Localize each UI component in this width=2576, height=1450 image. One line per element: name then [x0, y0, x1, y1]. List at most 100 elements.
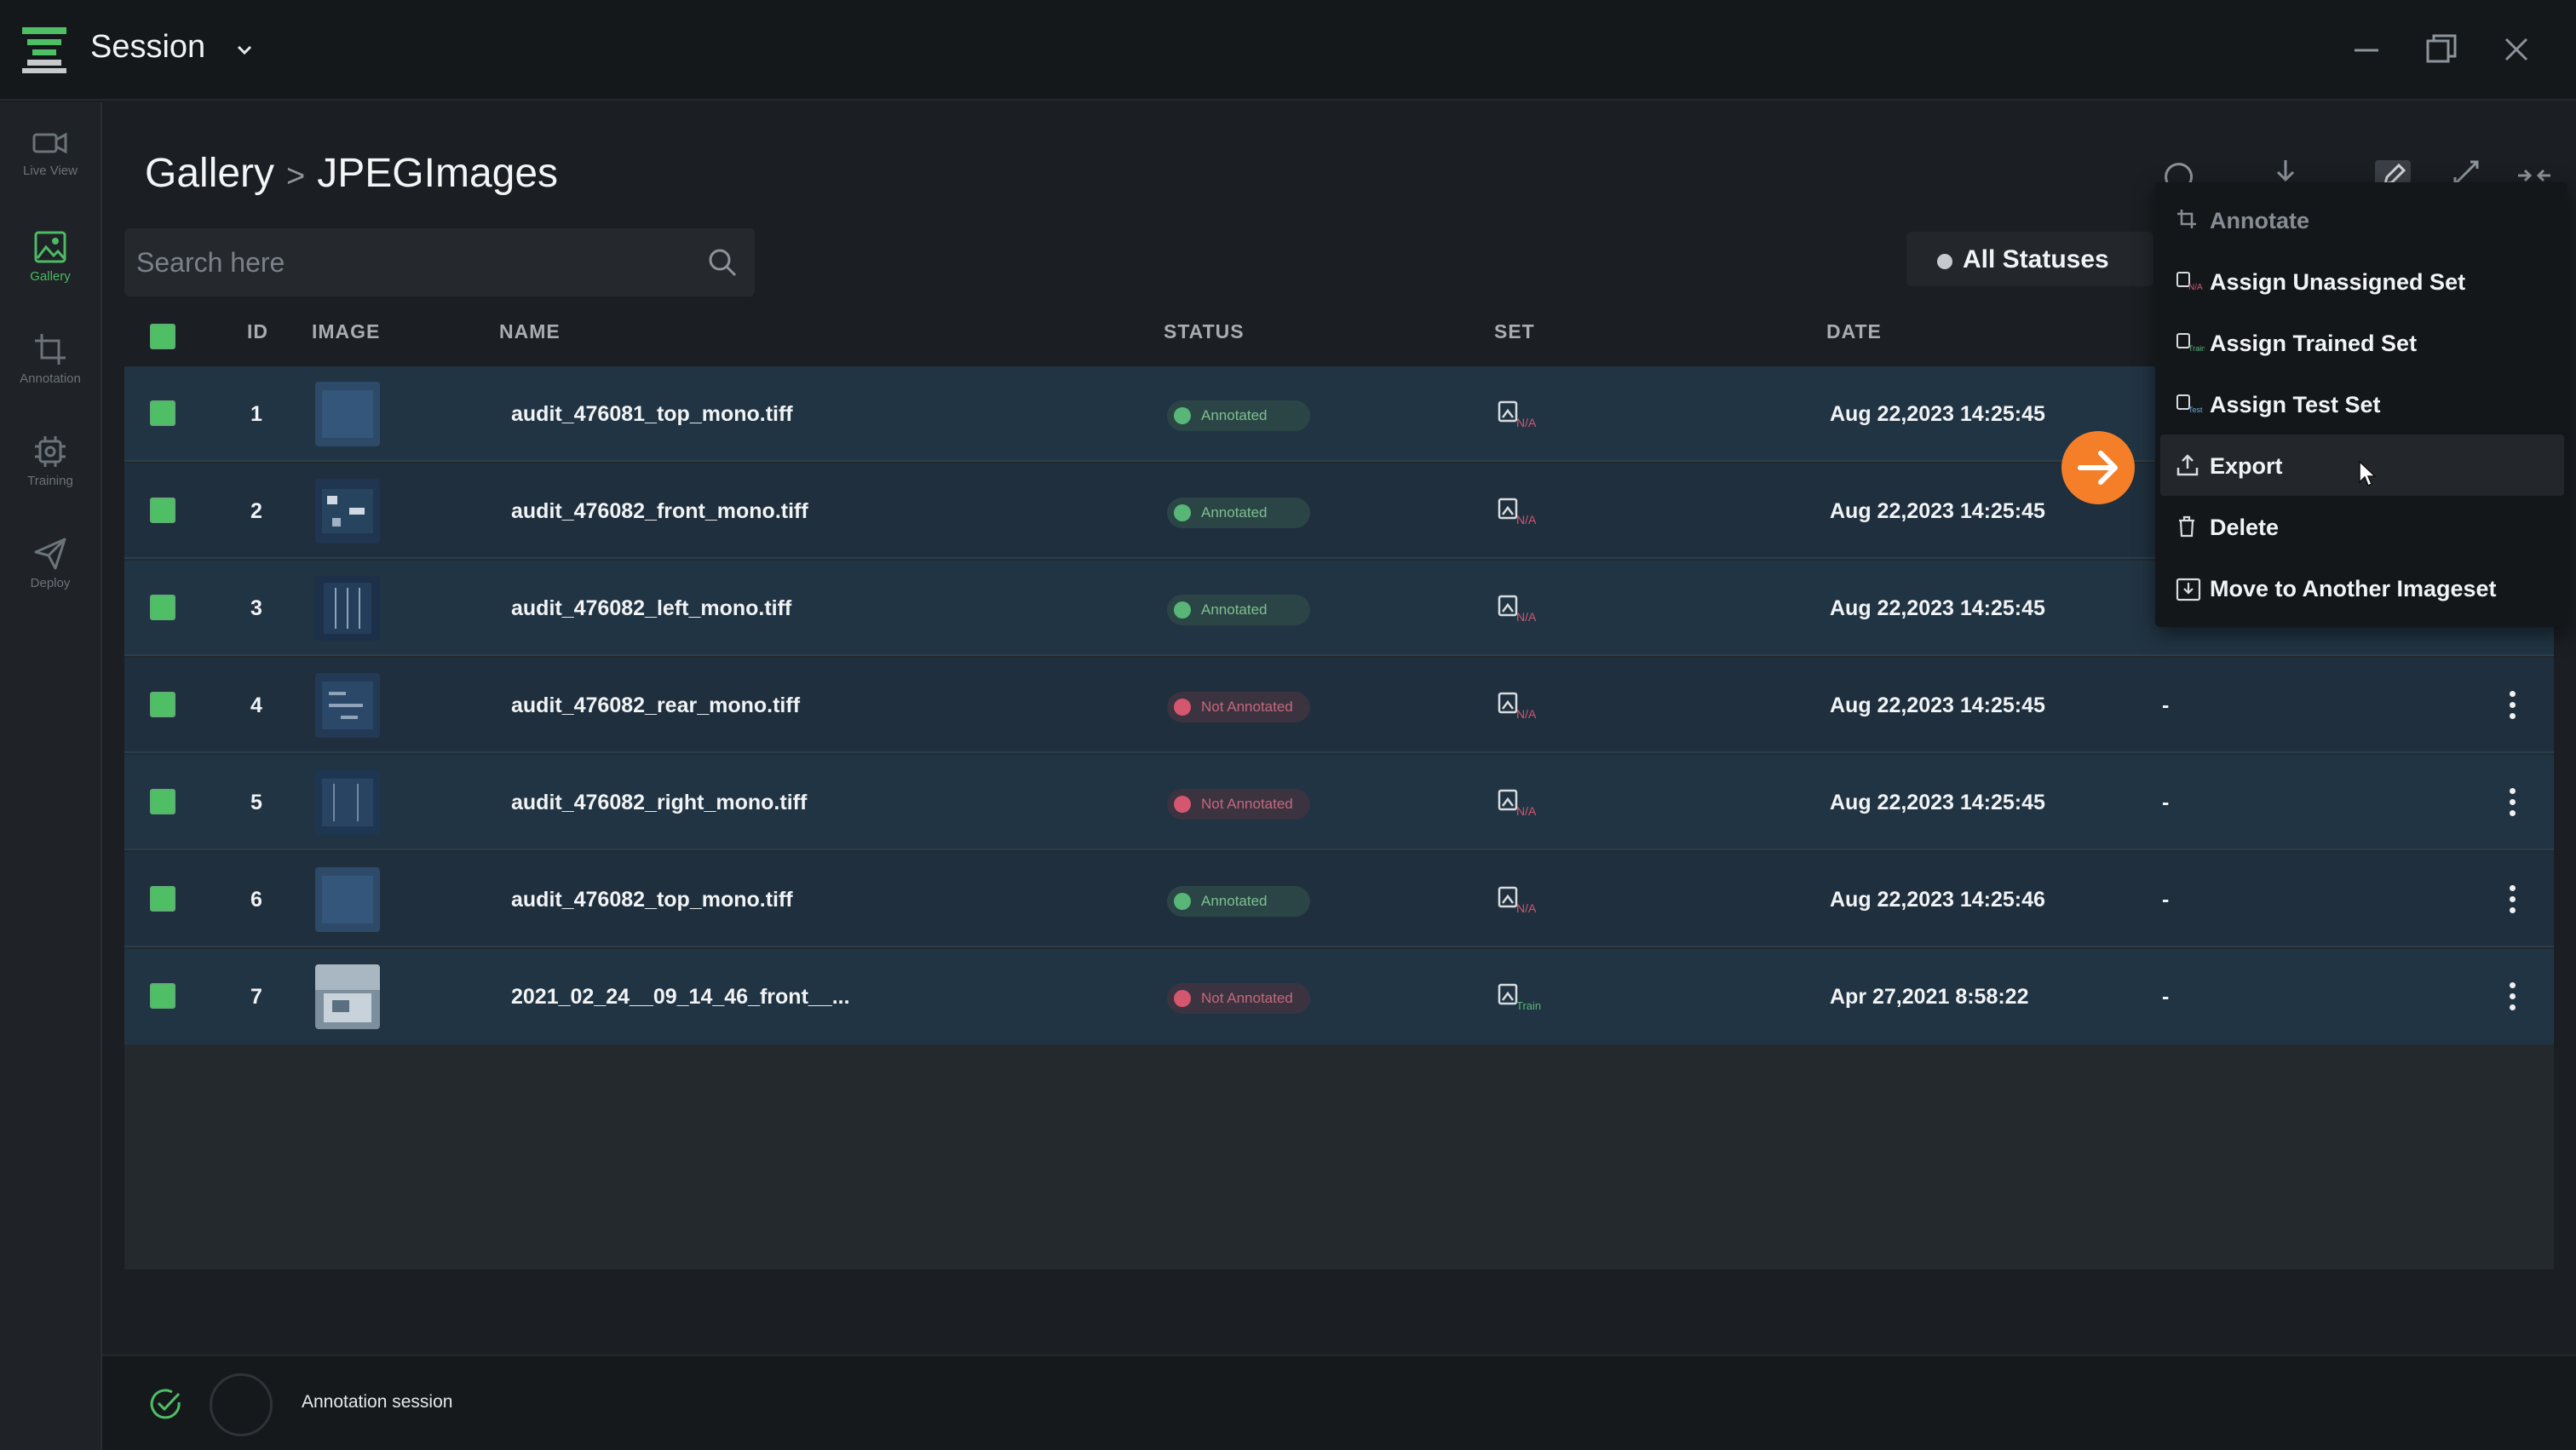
svg-text:N/A: N/A	[1516, 513, 1537, 526]
sidebar-item-live-view[interactable]: Live View	[0, 112, 101, 206]
sidebar-item-deploy[interactable]: Deploy	[0, 521, 101, 615]
status-badge: Annotated	[1167, 498, 1310, 528]
image-thumbnail[interactable]	[315, 479, 380, 544]
export-arrow-button[interactable]	[2061, 431, 2135, 504]
row-checkbox[interactable]	[150, 692, 175, 717]
row-checkbox[interactable]	[150, 789, 175, 814]
column-header-status[interactable]: STATUS	[1164, 320, 1245, 343]
status-badge: Annotated	[1167, 400, 1310, 431]
row-checkbox[interactable]	[150, 983, 175, 1009]
menu-item-annotate[interactable]: Annotate	[2155, 189, 2567, 250]
image-thumbnail[interactable]	[315, 576, 380, 641]
image-thumbnail[interactable]	[315, 867, 380, 932]
column-header-id[interactable]: ID	[247, 320, 268, 343]
bulk-actions-menu: Annotate N/A Assign Unassigned Set Train…	[2155, 182, 2567, 627]
status-label: Annotated	[1201, 504, 1268, 521]
row-menu-icon[interactable]	[2506, 883, 2518, 915]
table-row[interactable]: 7 2021_02_24__09_14_46_front__... Not An…	[124, 949, 2554, 1044]
breadcrumb-root[interactable]: Gallery	[145, 151, 274, 196]
status-label: Annotated	[1201, 893, 1268, 909]
svg-text:Test: Test	[2188, 406, 2203, 414]
status-badge: Not Annotated	[1167, 789, 1310, 820]
session-status-text: Annotation session	[302, 1392, 453, 1412]
row-menu-icon[interactable]	[2506, 785, 2518, 818]
row-extra: -	[2162, 888, 2170, 912]
sidebar-item-annotation[interactable]: Annotation	[0, 317, 101, 411]
image-thumbnail[interactable]	[315, 770, 380, 835]
row-extra: -	[2162, 985, 2170, 1009]
row-date: Apr 27,2021 8:58:22	[1830, 985, 2029, 1009]
image-thumbnail[interactable]	[315, 382, 380, 446]
row-date: Aug 22,2023 14:25:45	[1830, 596, 2045, 620]
title-bar: Session	[0, 0, 2576, 101]
search-box	[124, 228, 755, 296]
close-icon[interactable]	[2498, 31, 2535, 68]
row-name: audit_476082_rear_mono.tiff	[511, 693, 801, 717]
row-name: audit_476082_right_mono.tiff	[511, 791, 808, 814]
status-bar: Annotation session	[102, 1355, 2576, 1450]
row-menu-icon[interactable]	[2506, 688, 2518, 721]
sidebar-item-label: Annotation	[20, 371, 81, 386]
row-extra: -	[2162, 791, 2170, 814]
menu-item-label: Assign Unassigned Set	[2210, 269, 2466, 295]
menu-item-label: Export	[2210, 453, 2283, 479]
sidebar-item-gallery[interactable]: Gallery	[0, 215, 101, 308]
chevron-down-icon[interactable]	[232, 37, 257, 63]
arrow-right-icon	[2078, 451, 2118, 485]
status-label: Annotated	[1201, 407, 1268, 423]
row-checkbox[interactable]	[150, 498, 175, 523]
status-dot	[1174, 504, 1191, 521]
set-test-icon: Test	[2176, 394, 2203, 414]
row-checkbox[interactable]	[150, 400, 175, 426]
image-thumbnail[interactable]	[315, 673, 380, 738]
menu-item-assign-trained-set[interactable]: Train Assign Trained Set	[2155, 312, 2567, 373]
row-name: audit_476082_top_mono.tiff	[511, 888, 793, 912]
status-dot	[1174, 990, 1191, 1007]
table-row[interactable]: 4 audit_476082_rear_mono.tiff Not Annota…	[124, 658, 2554, 753]
set-na-icon: N/A	[1498, 886, 1537, 915]
trash-icon	[2179, 515, 2194, 538]
status-filter-label: All Statuses	[1963, 245, 2109, 273]
svg-text:N/A: N/A	[1516, 416, 1537, 429]
row-checkbox[interactable]	[150, 595, 175, 620]
menu-item-label: Assign Test Set	[2210, 392, 2381, 417]
row-date: Aug 22,2023 14:25:45	[1830, 402, 2045, 426]
column-header-set[interactable]: SET	[1494, 320, 1535, 343]
table-row[interactable]: 5 audit_476082_right_mono.tiff Not Annot…	[124, 755, 2554, 850]
breadcrumb: Gallery > JPEGImages	[145, 150, 558, 197]
search-input[interactable]	[136, 242, 681, 283]
menu-item-assign-test-set[interactable]: Test Assign Test Set	[2155, 373, 2567, 434]
image-icon	[34, 231, 66, 263]
svg-text:Train: Train	[1516, 999, 1541, 1012]
select-all-checkbox[interactable]	[150, 324, 175, 349]
row-divider	[124, 654, 2554, 656]
menu-item-label: Annotate	[2210, 208, 2309, 233]
set-train-icon: Train	[2176, 333, 2205, 353]
row-id: 2	[250, 499, 262, 523]
row-date: Aug 22,2023 14:25:45	[1830, 791, 2045, 814]
row-extra: -	[2162, 693, 2170, 717]
row-checkbox[interactable]	[150, 886, 175, 912]
menu-item-move-to-another-imageset[interactable]: Move to Another Imageset	[2155, 557, 2567, 619]
menu-item-delete[interactable]: Delete	[2155, 496, 2567, 557]
row-date: Aug 22,2023 14:25:45	[1830, 499, 2045, 523]
column-header-date[interactable]: DATE	[1826, 320, 1882, 343]
image-thumbnail[interactable]	[315, 964, 380, 1029]
restore-icon[interactable]	[2423, 31, 2460, 68]
crop-icon	[2177, 210, 2196, 228]
sidebar-item-training[interactable]: Training	[0, 419, 101, 513]
row-menu-icon[interactable]	[2506, 980, 2518, 1012]
menu-item-assign-unassigned-set[interactable]: N/A Assign Unassigned Set	[2155, 250, 2567, 312]
column-header-image[interactable]: IMAGE	[312, 320, 380, 343]
row-id: 1	[250, 402, 262, 426]
search-icon[interactable]	[707, 247, 738, 278]
table-row[interactable]: 6 audit_476082_top_mono.tiff Annotated N…	[124, 852, 2554, 947]
status-filter-dropdown[interactable]: All Statuses	[1906, 232, 2153, 286]
column-header-name[interactable]: NAME	[499, 320, 561, 343]
minimize-icon[interactable]	[2348, 31, 2385, 68]
breadcrumb-separator: >	[286, 158, 306, 194]
set-na-icon: N/A	[1498, 595, 1537, 624]
row-divider	[124, 751, 2554, 753]
row-name: audit_476082_front_mono.tiff	[511, 499, 808, 523]
svg-text:Train: Train	[2188, 344, 2205, 353]
